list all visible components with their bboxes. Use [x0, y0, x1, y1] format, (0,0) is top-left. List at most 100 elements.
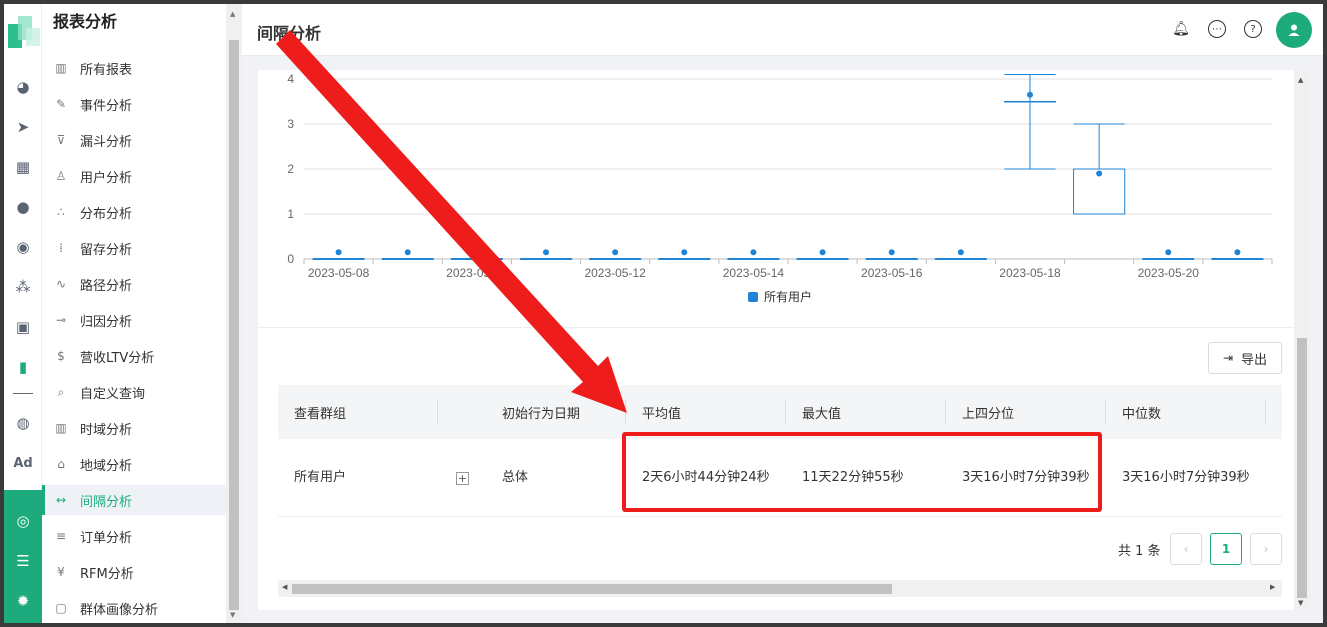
sidebar-item-0[interactable]: ▥ 所有报表	[42, 53, 226, 83]
scroll-up-icon[interactable]: ▲	[1298, 76, 1303, 84]
cluster-icon[interactable]: ⁂	[4, 276, 42, 298]
sidebar-item-8[interactable]: $ 营收LTV分析	[42, 341, 226, 371]
sidebar-item-1[interactable]: ✎ 事件分析	[42, 89, 226, 119]
boxplot-chart: 0 1 2 3 4 2023-05-08 2023-05-10 2023-05-12 2023-…	[258, 70, 1294, 328]
sidebar-scroll-thumb[interactable]	[229, 40, 239, 610]
sidebar-item-10[interactable]: ▥ 时域分析	[42, 413, 226, 443]
bar-chart-icon: ▥	[55, 61, 67, 75]
prev-page-button[interactable]: ‹	[1170, 533, 1202, 565]
layout-icon[interactable]: ▦	[4, 156, 42, 178]
send-icon[interactable]: ➤	[4, 116, 42, 138]
scroll-down-icon[interactable]: ▼	[230, 611, 235, 619]
col-q3: 上四分位	[962, 406, 1015, 422]
settings-icon[interactable]: ✹	[4, 590, 42, 612]
path-icon: ∿	[55, 277, 67, 291]
team-icon[interactable]: ◎	[4, 510, 42, 532]
sidebar-item-label: 群体画像分析	[80, 602, 159, 618]
sidebar-item-6[interactable]: ∿ 路径分析	[42, 269, 226, 299]
sidebar-item-5[interactable]: ⁞ 留存分析	[42, 233, 226, 263]
y-tick-label: 3	[287, 117, 294, 131]
retention-icon: ⁞	[59, 241, 63, 255]
bell-icon[interactable]: 🔔︎	[1172, 20, 1190, 38]
help-icon[interactable]: ?	[1244, 20, 1262, 38]
sidebar-scrollbar[interactable]: ▲ ▼	[226, 4, 242, 623]
sidebar-item-9[interactable]: ⌕ 自定义查询	[42, 377, 226, 407]
expand-button[interactable]: +	[456, 439, 469, 517]
rail-bottom-group: ◎ ☰ ✹	[4, 490, 42, 623]
sidebar-item-label: 归因分析	[80, 314, 133, 330]
sidebar-item-13[interactable]: ≡ 订单分析	[42, 521, 226, 551]
col-avg: 平均值	[642, 406, 682, 422]
dashboard-icon[interactable]: ◕	[4, 76, 42, 98]
page-1-button[interactable]: 1	[1210, 533, 1242, 565]
sidebar-item-2[interactable]: ⊽ 漏斗分析	[42, 125, 226, 155]
analytics-icon[interactable]: ▮	[4, 356, 42, 378]
mean-point	[957, 249, 964, 256]
plus-icon[interactable]: +	[456, 471, 469, 485]
message-icon[interactable]: ⋯	[1208, 20, 1226, 38]
location-icon: ⌂	[57, 457, 65, 471]
sidebar-item-11[interactable]: ⌂ 地域分析	[42, 449, 226, 479]
mean-point	[612, 249, 619, 256]
content-scroll-thumb[interactable]	[1297, 338, 1307, 598]
person-icon[interactable]: ●	[4, 196, 42, 218]
horizontal-scrollbar[interactable]: ◀ ▶	[278, 580, 1282, 597]
sidebar-item-3[interactable]: ♙ 用户分析	[42, 161, 226, 191]
scroll-up-icon[interactable]: ▲	[230, 10, 235, 18]
cell-date: 总体	[502, 470, 529, 485]
content-scrollbar[interactable]: ▲ ▼	[1294, 70, 1310, 610]
sidebar-item-14[interactable]: ¥ RFM分析	[42, 557, 226, 587]
sidebar-item-7[interactable]: ⊸ 归因分析	[42, 305, 226, 335]
x-tick-label: 2023-05-12	[584, 266, 646, 280]
col-median: 中位数	[1122, 406, 1162, 422]
time-chart-icon: ▥	[55, 421, 67, 435]
col-divider	[1265, 400, 1266, 424]
mean-point	[888, 249, 895, 256]
y-tick-label: 2	[287, 162, 294, 176]
ad-icon[interactable]: Ad	[4, 452, 42, 474]
server-icon[interactable]: ☰	[4, 550, 42, 572]
sidebar-item-15[interactable]: ▢ 群体画像分析	[42, 593, 226, 623]
mean-point	[404, 249, 411, 256]
people-icon[interactable]: ◉	[4, 236, 42, 258]
mean-point	[681, 249, 688, 256]
x-tick-label: 2023-05-20	[1138, 266, 1200, 280]
sidebar-title: 报表分析	[53, 12, 118, 31]
wechat-icon[interactable]: ◍	[4, 412, 42, 434]
badge-icon[interactable]: ▣	[4, 316, 42, 338]
col-divider	[437, 400, 438, 424]
hscroll-thumb[interactable]	[292, 584, 892, 594]
sidebar-item-4[interactable]: ∴ 分布分析	[42, 197, 226, 227]
chart-svg: 0 1 2 3 4 2023-05-08 2023-05-10 2023-05-12 2023-…	[287, 72, 1273, 304]
next-page-button[interactable]: ›	[1250, 533, 1282, 565]
cell-group: 所有用户	[294, 470, 347, 485]
export-icon: ⇥	[1222, 351, 1234, 365]
y-tick-label: 1	[287, 207, 294, 221]
funnel-icon: ⊽	[56, 133, 66, 147]
mean-point	[473, 249, 480, 256]
scroll-down-icon[interactable]: ▼	[1298, 599, 1303, 607]
distribution-icon: ∴	[57, 205, 65, 219]
x-tick-label: 2023-05-18	[999, 266, 1061, 280]
mean-point	[1027, 91, 1033, 98]
col-group: 查看群组	[294, 406, 347, 422]
sidebar-item-label: 漏斗分析	[80, 134, 133, 150]
sidebar-item-12[interactable]: ↔ 间隔分析	[42, 485, 226, 515]
rail-divider	[13, 393, 33, 394]
page-title: 间隔分析	[257, 24, 322, 43]
col-divider	[945, 400, 946, 424]
y-tick-label: 0	[287, 252, 294, 266]
legend-swatch	[748, 292, 758, 302]
sidebar-item-label: 事件分析	[80, 98, 133, 114]
mean-point	[543, 249, 549, 256]
export-button[interactable]: ⇥ 导出	[1208, 342, 1282, 374]
sidebar-item-label: 间隔分析	[80, 494, 133, 510]
col-divider	[785, 400, 786, 424]
rfm-icon: ¥	[57, 565, 65, 579]
sidebar-item-label: 订单分析	[80, 530, 133, 546]
sidebar-item-label: 时域分析	[80, 422, 133, 438]
avatar-icon[interactable]	[1276, 12, 1312, 48]
sidebar-item-label: 营收LTV分析	[80, 350, 155, 366]
scroll-right-icon[interactable]: ▶	[1270, 583, 1275, 591]
scroll-left-icon[interactable]: ◀	[282, 583, 287, 591]
